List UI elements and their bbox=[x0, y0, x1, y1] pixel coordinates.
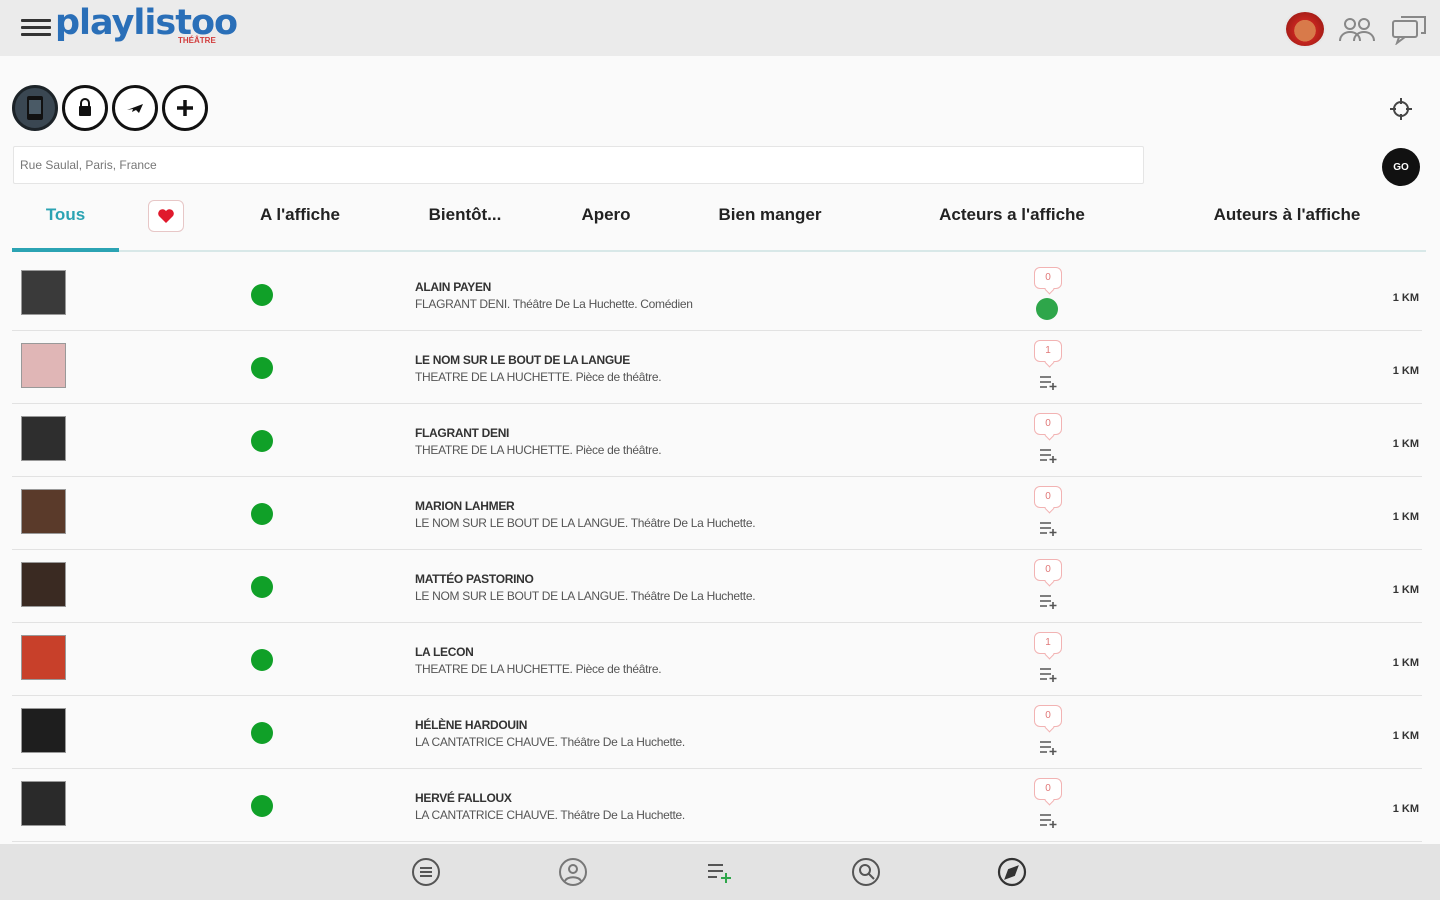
status-dot bbox=[251, 722, 273, 744]
playlist-add-icon[interactable] bbox=[1038, 373, 1058, 391]
active-tab-indicator bbox=[12, 248, 119, 252]
item-distance: 1 KM bbox=[1392, 803, 1419, 815]
item-thumbnail[interactable] bbox=[21, 562, 66, 607]
comment-count-badge[interactable]: 0 bbox=[1034, 705, 1062, 727]
item-title[interactable]: ALAIN PAYEN bbox=[415, 280, 491, 294]
compass-icon[interactable] bbox=[996, 856, 1028, 888]
playlist-add-icon[interactable] bbox=[1038, 665, 1058, 683]
bottom-navigation bbox=[0, 844, 1440, 900]
item-subtitle: THEATRE DE LA HUCHETTE. Pièce de théâtre… bbox=[415, 662, 662, 676]
user-avatar[interactable] bbox=[1284, 10, 1326, 48]
search-circle-icon[interactable] bbox=[850, 856, 882, 888]
add-button[interactable] bbox=[162, 85, 208, 131]
favorites-heart-icon[interactable] bbox=[148, 200, 184, 232]
item-thumbnail[interactable] bbox=[21, 708, 66, 753]
item-title[interactable]: MARION LAHMER bbox=[415, 499, 515, 513]
list-item[interactable]: MATTÉO PASTORINO LE NOM SUR LE BOUT DE L… bbox=[12, 550, 1422, 623]
comment-count-badge[interactable]: 0 bbox=[1034, 486, 1062, 508]
comment-count-badge[interactable]: 1 bbox=[1034, 340, 1062, 362]
list-item[interactable]: LE NOM SUR LE BOUT DE LA LANGUE THEATRE … bbox=[12, 331, 1422, 404]
hamburger-menu-icon[interactable] bbox=[21, 15, 51, 41]
tab-a-l-affiche[interactable]: A l'affiche bbox=[236, 190, 364, 240]
app-logo-subtitle: THÉÂTRE bbox=[178, 36, 216, 45]
category-tabs: Tous A l'affiche Bientôt... Apero Bien m… bbox=[12, 190, 1426, 252]
list-item[interactable]: ALAIN PAYEN FLAGRANT DENI. Théâtre De La… bbox=[12, 258, 1422, 331]
item-subtitle: LE NOM SUR LE BOUT DE LA LANGUE. Théâtre… bbox=[415, 516, 756, 530]
plane-filter-button[interactable] bbox=[112, 85, 158, 131]
item-subtitle: THEATRE DE LA HUCHETTE. Pièce de théâtre… bbox=[415, 443, 662, 457]
tab-auteurs-a-l-affiche[interactable]: Auteurs à l'affiche bbox=[1192, 190, 1382, 240]
item-distance: 1 KM bbox=[1392, 730, 1419, 742]
lock-icon bbox=[79, 98, 91, 116]
item-title[interactable]: FLAGRANT DENI bbox=[415, 426, 509, 440]
list-item[interactable]: LA LECON THEATRE DE LA HUCHETTE. Pièce d… bbox=[12, 623, 1422, 696]
status-dot bbox=[251, 357, 273, 379]
tab-bien-manger[interactable]: Bien manger bbox=[700, 190, 840, 240]
item-subtitle: FLAGRANT DENI. Théâtre De La Huchette. C… bbox=[415, 297, 693, 311]
item-thumbnail[interactable] bbox=[21, 416, 66, 461]
item-distance: 1 KM bbox=[1392, 292, 1419, 304]
item-thumbnail[interactable] bbox=[21, 781, 66, 826]
playlist-add-icon[interactable] bbox=[1038, 592, 1058, 610]
item-title[interactable]: HERVÉ FALLOUX bbox=[415, 791, 512, 805]
item-subtitle: LE NOM SUR LE BOUT DE LA LANGUE. Théâtre… bbox=[415, 589, 756, 603]
item-title[interactable]: HÉLÈNE HARDOUIN bbox=[415, 718, 527, 732]
item-distance: 1 KM bbox=[1392, 657, 1419, 669]
status-dot bbox=[251, 430, 273, 452]
list-item[interactable]: FLAGRANT DENI THEATRE DE LA HUCHETTE. Pi… bbox=[12, 404, 1422, 477]
plane-icon bbox=[127, 104, 143, 113]
status-dot bbox=[251, 576, 273, 598]
locate-crosshair-icon[interactable] bbox=[1389, 97, 1413, 121]
item-thumbnail[interactable] bbox=[21, 270, 66, 315]
item-distance: 1 KM bbox=[1392, 511, 1419, 523]
plus-icon bbox=[177, 100, 193, 116]
item-subtitle: THEATRE DE LA HUCHETTE. Pièce de théâtre… bbox=[415, 370, 662, 384]
item-thumbnail[interactable] bbox=[21, 489, 66, 534]
chat-icon[interactable] bbox=[1388, 11, 1430, 47]
playlist-add-icon[interactable] bbox=[1038, 738, 1058, 756]
list-item[interactable]: HERVÉ FALLOUX LA CANTATRICE CHAUVE. Théâ… bbox=[12, 769, 1422, 842]
status-dot bbox=[251, 284, 273, 306]
tab-bientot[interactable]: Bientôt... bbox=[410, 190, 520, 240]
item-distance: 1 KM bbox=[1392, 365, 1419, 377]
status-dot bbox=[251, 503, 273, 525]
list-item[interactable]: HÉLÈNE HARDOUIN LA CANTATRICE CHAUVE. Th… bbox=[12, 696, 1422, 769]
comment-count-badge[interactable]: 0 bbox=[1034, 559, 1062, 581]
item-distance: 1 KM bbox=[1392, 438, 1419, 450]
item-subtitle: LA CANTATRICE CHAUVE. Théâtre De La Huch… bbox=[415, 735, 685, 749]
location-search-input[interactable]: Rue Saulal, Paris, France bbox=[13, 146, 1144, 184]
playlist-add-icon[interactable] bbox=[1038, 446, 1058, 464]
status-dot bbox=[251, 649, 273, 671]
comment-count-badge[interactable]: 0 bbox=[1034, 267, 1062, 289]
groups-icon[interactable] bbox=[1336, 11, 1378, 47]
item-title[interactable]: MATTÉO PASTORINO bbox=[415, 572, 534, 586]
go-button[interactable]: GO bbox=[1382, 148, 1420, 186]
filter-toolbar bbox=[12, 85, 208, 131]
item-title[interactable]: LE NOM SUR LE BOUT DE LA LANGUE bbox=[415, 353, 630, 367]
status-dot bbox=[251, 795, 273, 817]
comment-count-badge[interactable]: 0 bbox=[1034, 413, 1062, 435]
globe-icon[interactable] bbox=[557, 856, 589, 888]
playlist-add-icon[interactable] bbox=[703, 856, 735, 888]
phone-icon bbox=[27, 96, 43, 120]
playlist-add-icon[interactable] bbox=[1038, 811, 1058, 829]
playlist-add-icon[interactable] bbox=[1038, 519, 1058, 537]
comment-count-badge[interactable]: 0 bbox=[1034, 778, 1062, 800]
lock-filter-button[interactable] bbox=[62, 85, 108, 131]
comment-count-badge[interactable]: 1 bbox=[1034, 632, 1062, 654]
tab-acteurs-a-l-affiche[interactable]: Acteurs a l'affiche bbox=[917, 190, 1107, 240]
item-title[interactable]: LA LECON bbox=[415, 645, 474, 659]
menu-circle-icon[interactable] bbox=[410, 856, 442, 888]
item-thumbnail[interactable] bbox=[21, 635, 66, 680]
tab-tous[interactable]: Tous bbox=[12, 190, 119, 240]
tab-apero[interactable]: Apero bbox=[562, 190, 650, 240]
list-item[interactable]: MARION LAHMER LE NOM SUR LE BOUT DE LA L… bbox=[12, 477, 1422, 550]
item-distance: 1 KM bbox=[1392, 584, 1419, 596]
item-subtitle: LA CANTATRICE CHAUVE. Théâtre De La Huch… bbox=[415, 808, 685, 822]
playlist-added-icon[interactable] bbox=[1036, 298, 1058, 320]
item-thumbnail[interactable] bbox=[21, 343, 66, 388]
phone-filter-button[interactable] bbox=[12, 85, 58, 131]
top-bar: playlistoo THÉÂTRE bbox=[0, 0, 1440, 56]
results-list: ALAIN PAYEN FLAGRANT DENI. Théâtre De La… bbox=[12, 258, 1422, 842]
